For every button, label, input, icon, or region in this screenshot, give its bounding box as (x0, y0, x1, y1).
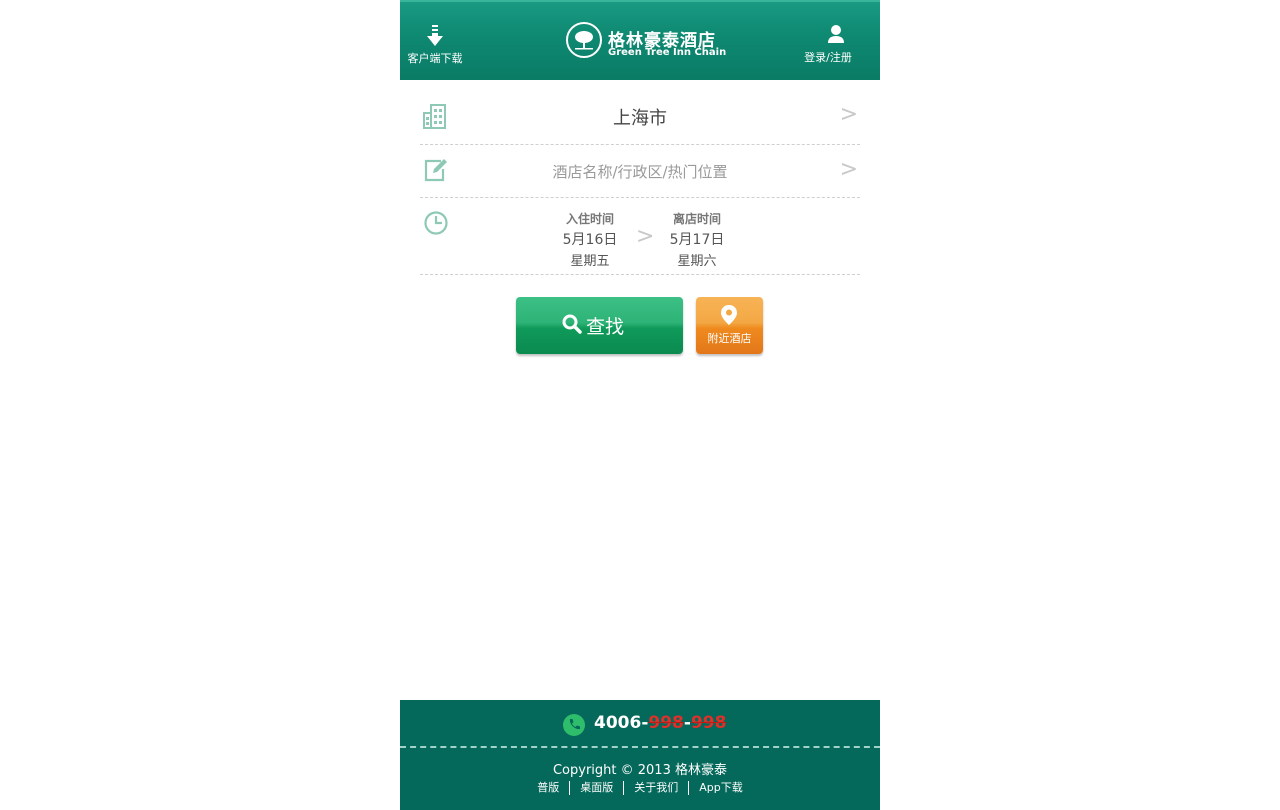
location-pin-icon (721, 305, 737, 325)
hotline-end: 998 (690, 713, 727, 733)
login-label: 登录/注册 (804, 51, 852, 64)
download-label: 客户端下载 (407, 52, 463, 65)
header-bar: 客户端下载 格林豪泰酒店 Green Tree Inn Chain 登录/注册 (400, 0, 880, 80)
footer-link-about[interactable]: 关于我们 (623, 781, 688, 795)
login-register-button[interactable]: 登录/注册 (792, 2, 880, 80)
download-app-button[interactable]: 客户端下载 (400, 2, 470, 80)
search-icon (562, 314, 582, 334)
date-separator-icon: > (636, 224, 655, 249)
hotline-number[interactable]: 4006-998-998 (594, 713, 726, 733)
search-button[interactable]: 查找 (516, 297, 683, 354)
nearby-hotels-button[interactable]: 附近酒店 (696, 297, 763, 354)
keyword-placeholder: 酒店名称/行政区/热门位置 (552, 163, 728, 181)
checkin-weekday: 星期五 (570, 254, 610, 269)
checkout-title: 离店时间 (672, 212, 721, 226)
mobile-page: 客户端下载 格林豪泰酒店 Green Tree Inn Chain 登录/注册 (400, 0, 880, 810)
chevron-right-icon: > (839, 157, 858, 182)
search-label: 查找 (586, 316, 625, 338)
footer-links: 普版 桌面版 关于我们 App下载 (400, 781, 880, 795)
green-tree-logo[interactable]: 格林豪泰酒店 Green Tree Inn Chain (566, 20, 726, 66)
hotline-dash: - (683, 713, 691, 733)
copyright-text: Copyright © 2013 格林豪泰 (552, 763, 727, 778)
checkin-title: 入住时间 (565, 212, 614, 226)
logo-english-text: Green Tree Inn Chain (608, 47, 727, 58)
keyword-search-field[interactable]: 酒店名称/行政区/热门位置 > (420, 145, 860, 198)
checkout-day: 5月17日 (669, 232, 725, 248)
date-selector[interactable]: 入住时间 5月16日 星期五 > 离店时间 5月17日 星期六 (420, 198, 860, 275)
phone-icon (563, 714, 585, 736)
checkout-date[interactable]: 离店时间 5月17日 星期六 (657, 210, 737, 269)
hotline-mid: 998 (648, 713, 684, 733)
user-icon (828, 25, 844, 43)
download-icon (427, 25, 443, 46)
hotline-row[interactable]: 4006-998-998 (400, 700, 880, 748)
city-value: 上海市 (613, 108, 667, 129)
checkout-weekday: 星期六 (677, 254, 717, 269)
footer-link-app-download[interactable]: App下载 (688, 781, 753, 795)
footer-link-desktop[interactable]: 桌面版 (569, 781, 623, 795)
city-selector[interactable]: 上海市 > (420, 88, 860, 145)
footer: 4006-998-998 Copyright © 2013 格林豪泰 普版 桌面版… (400, 700, 880, 810)
tree-emblem-icon (566, 22, 602, 58)
hotline-prefix: 4006- (594, 713, 649, 733)
chevron-right-icon: > (839, 102, 858, 127)
checkin-date[interactable]: 入住时间 5月16日 星期五 (550, 210, 630, 269)
nearby-label: 附近酒店 (707, 332, 752, 345)
checkin-day: 5月16日 (562, 232, 618, 248)
footer-link-basic[interactable]: 普版 (527, 781, 569, 795)
clock-icon (424, 211, 448, 235)
